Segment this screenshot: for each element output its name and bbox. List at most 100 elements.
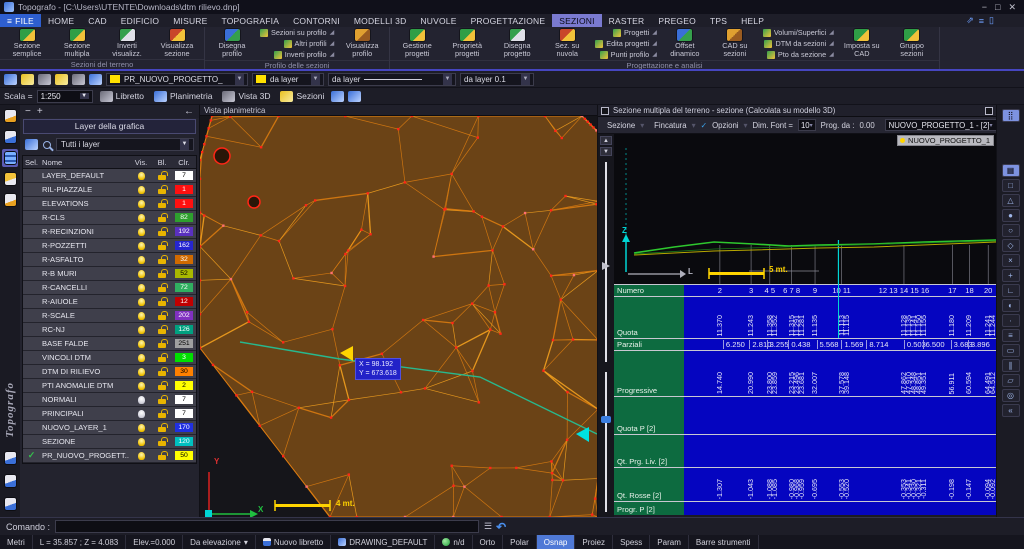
status-metri[interactable]: Metri xyxy=(0,535,33,549)
fincatura-dropdown[interactable]: Fincatura xyxy=(654,121,687,130)
panel-toggle-icon[interactable]: ▯ xyxy=(989,15,994,26)
layer-visibility-cell[interactable] xyxy=(130,171,152,180)
linetype-dropdown[interactable]: da layer ▼ xyxy=(328,72,456,86)
layer-row-principali[interactable]: PRINCIPALI 7 xyxy=(23,407,196,421)
lineweight-dropdown[interactable]: da layer 0.1 ▼ xyxy=(460,72,534,86)
layer-color-cell[interactable]: 30 xyxy=(172,367,196,376)
menu-item-pregeo[interactable]: PREGEO xyxy=(651,14,703,27)
layer-selected-cell[interactable]: ✓ xyxy=(23,450,40,461)
layer-color-cell[interactable]: 2 xyxy=(172,381,196,390)
layer-lock-cell[interactable] xyxy=(152,381,172,390)
layer-row-base-falde[interactable]: BASE FALDE 251 xyxy=(23,337,196,351)
layer-color-cell[interactable]: 32 xyxy=(172,255,196,264)
scroll-down-icon[interactable]: ▼ xyxy=(600,147,612,156)
layer-lock-cell[interactable] xyxy=(152,423,172,432)
extension-snap-icon[interactable]: + xyxy=(1001,269,1020,282)
layer-row-sezione[interactable]: SEZIONE 120 xyxy=(23,435,196,449)
layer-color-cell[interactable]: 72 xyxy=(172,283,196,292)
command-input[interactable] xyxy=(55,520,480,533)
layer-color-cell[interactable]: 7 xyxy=(172,409,196,418)
quadrant-snap-icon[interactable]: ◇ xyxy=(1001,239,1020,252)
insertion-snap-icon[interactable]: ∟ xyxy=(1001,284,1020,297)
clear-snap-icon[interactable]: « xyxy=(1001,404,1020,417)
layer-visibility-cell[interactable] xyxy=(130,213,152,222)
status-orto[interactable]: Orto xyxy=(473,535,504,549)
menu-item-raster[interactable]: RASTER xyxy=(602,14,652,27)
status-da-elevazione[interactable]: Da elevazione ▾ xyxy=(183,535,256,549)
layer-visibility-cell[interactable] xyxy=(130,451,152,460)
layer-color-cell[interactable]: 192 xyxy=(172,227,196,236)
ribbon-button-sezione-semplice[interactable]: Sezione semplice xyxy=(2,28,52,58)
endpoint-snap-icon[interactable]: □ xyxy=(1001,179,1020,192)
opzioni-dropdown[interactable]: Opzioni xyxy=(712,121,738,130)
tool-assistant-robot-icon[interactable] xyxy=(2,449,18,467)
layer-visibility-cell[interactable] xyxy=(130,395,152,404)
layer-visibility-cell[interactable] xyxy=(130,185,152,194)
layer-lock-cell[interactable] xyxy=(152,409,172,418)
layer-lock-cell[interactable] xyxy=(152,325,172,334)
ribbon-button-offset-dinamico[interactable]: Offset dinamico xyxy=(660,28,710,58)
status-param[interactable]: Param xyxy=(650,535,689,549)
layer-visibility-cell[interactable] xyxy=(130,409,152,418)
layer-visibility-cell[interactable] xyxy=(130,255,152,264)
layer-lock-cell[interactable] xyxy=(152,241,172,250)
menu-item-topografia[interactable]: TOPOGRAFIA xyxy=(215,14,287,27)
layer-lock-cell[interactable] xyxy=(152,255,172,264)
collapse-panel-arrow[interactable]: ← xyxy=(184,106,194,117)
command-history-icon[interactable]: ☰ xyxy=(484,521,492,532)
layer-visibility-cell[interactable] xyxy=(130,423,152,432)
layer-lock-cell[interactable] xyxy=(152,451,172,460)
midpoint-snap-icon[interactable]: △ xyxy=(1001,194,1020,207)
dim-font-input[interactable]: 10 ▾ xyxy=(797,119,816,131)
ribbon-small-button-progetti[interactable]: Progetti ◢ xyxy=(595,28,657,37)
sezioni-button[interactable]: Sezioni xyxy=(277,90,327,102)
status-nuovo-libretto[interactable]: Nuovo libretto xyxy=(256,535,332,549)
ribbon-small-button-punti-profilo[interactable]: Punti profilo ◢ xyxy=(595,50,657,59)
pan-icon[interactable]: ⣿ xyxy=(1001,109,1020,122)
ribbon-small-button-sezioni-su-profilo[interactable]: Sezioni su profilo ◢ xyxy=(260,28,334,37)
tool-layers-icon[interactable] xyxy=(2,149,18,167)
status-n-d[interactable]: n/d xyxy=(435,535,473,549)
maximize-button[interactable]: □ xyxy=(995,2,1000,13)
ribbon-small-button-inverti-profilo[interactable]: Inverti profilo ◢ xyxy=(260,50,334,59)
status-osnap[interactable]: Osnap xyxy=(536,535,576,549)
layer-color-cell[interactable]: 52 xyxy=(172,269,196,278)
osnap-settings-icon[interactable]: ◎ xyxy=(1001,389,1020,402)
layer-lock-cell[interactable] xyxy=(152,283,172,292)
tool-filter-funnel-icon[interactable] xyxy=(2,472,18,490)
layer-color-cell[interactable]: 1 xyxy=(172,185,196,194)
tool-settings-gear-icon[interactable] xyxy=(2,495,18,513)
layer-visibility-cell[interactable] xyxy=(130,297,152,306)
color-dropdown[interactable]: da layer ▼ xyxy=(252,72,324,86)
current-layer-dropdown[interactable]: PR_NUOVO_PROGETTO_ ▼ xyxy=(106,72,248,86)
ribbon-small-button-volumi-superfici[interactable]: Volumi/Superfici ◢ xyxy=(762,28,834,37)
ribbon-button-sezione-multipla[interactable]: Sezione multipla xyxy=(52,28,102,58)
undo-icon[interactable]: ↶ xyxy=(496,520,506,534)
layer-row-r-scale[interactable]: R-SCALE 202 xyxy=(23,309,196,323)
layer-lock-cell[interactable] xyxy=(152,269,172,278)
menu-item-help[interactable]: HELP xyxy=(734,14,771,27)
lock-icon[interactable] xyxy=(72,73,85,85)
layer-row-r-pozzetti[interactable]: R-POZZETTI 162 xyxy=(23,239,196,253)
layer-color-cell[interactable]: 7 xyxy=(172,171,196,180)
status-polar[interactable]: Polar xyxy=(503,535,537,549)
zoom-out-button[interactable]: − xyxy=(25,106,31,117)
status-elev-0-000[interactable]: Elev.=0.000 xyxy=(126,535,184,549)
layer-row-r-cls[interactable]: R-CLS 82 xyxy=(23,211,196,225)
layer-lock-cell[interactable] xyxy=(152,353,172,362)
layer-lock-cell[interactable] xyxy=(152,395,172,404)
menu-item-contorni[interactable]: CONTORNI xyxy=(286,14,347,27)
sezione-dropdown[interactable]: Sezione xyxy=(607,121,635,130)
search-icon[interactable] xyxy=(43,140,51,149)
layer-visibility-cell[interactable] xyxy=(130,199,152,208)
ribbon-button-cad-su-sezioni[interactable]: CAD su sezioni xyxy=(710,28,760,58)
menu-item-home[interactable]: HOME xyxy=(41,14,81,27)
layer-row-pr-nuovo-progett[interactable]: ✓ PR_NUOVO_PROGETT.. 50 xyxy=(23,449,196,463)
ribbon-small-button-altri-profili[interactable]: Altri profili ◢ xyxy=(260,39,334,48)
layer-row-normali[interactable]: NORMALI 7 xyxy=(23,393,196,407)
layer-visibility-cell[interactable] xyxy=(130,227,152,236)
prog-value[interactable]: 0.00 xyxy=(859,121,874,130)
view-list-icon[interactable] xyxy=(348,90,362,102)
ribbon-button-disegna-progetto[interactable]: Disegna progetto xyxy=(492,28,542,58)
panel-restore-icon[interactable] xyxy=(985,106,993,115)
